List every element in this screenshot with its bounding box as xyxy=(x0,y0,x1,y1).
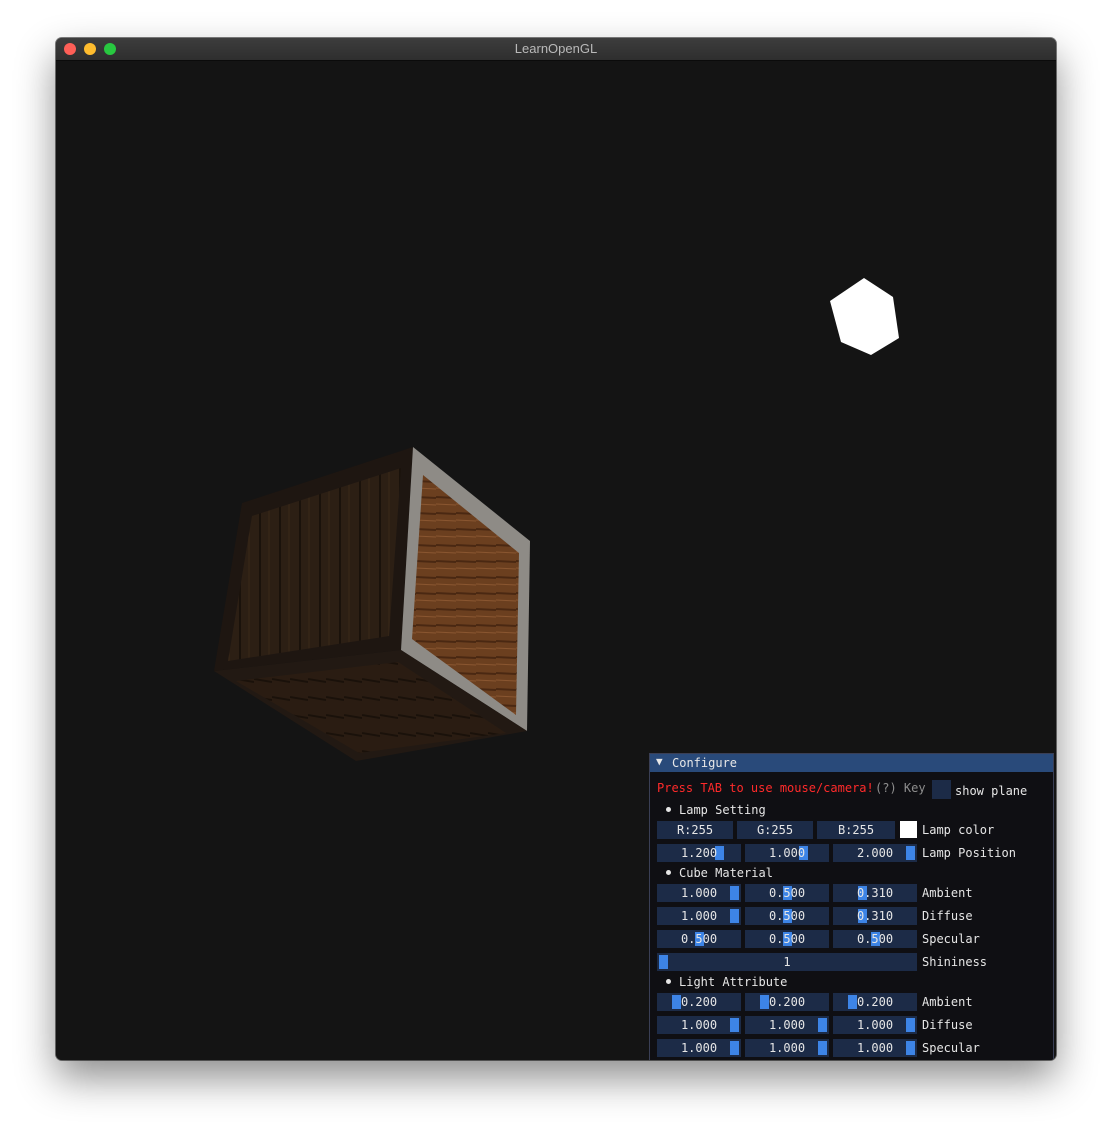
opengl-viewport[interactable]: ▼ Configure Press TAB to use mouse/camer… xyxy=(56,61,1056,1060)
configure-panel-header[interactable]: ▼ Configure xyxy=(650,754,1053,772)
slider-grab[interactable] xyxy=(906,1041,915,1055)
field-value: 2.000 xyxy=(856,846,894,860)
configure-panel: ▼ Configure Press TAB to use mouse/camer… xyxy=(649,753,1054,1060)
bullet-icon xyxy=(666,979,671,984)
cube-shininess-label: Shininess xyxy=(922,955,988,969)
field-value: 1.000 xyxy=(680,909,718,923)
light-ambient-r-slider[interactable]: 0.200 xyxy=(657,993,741,1011)
show-plane-checkbox[interactable] xyxy=(932,780,951,799)
field-value: 1.000 xyxy=(768,1018,806,1032)
crate-cube xyxy=(214,447,530,761)
bullet-icon xyxy=(666,870,671,875)
field-value: 1.000 xyxy=(768,1041,806,1055)
cube-diffuse-b-slider[interactable]: 0.310 xyxy=(833,907,917,925)
light-diffuse-b-slider[interactable]: 1.000 xyxy=(833,1016,917,1034)
lamp-color-g-field[interactable]: G:255 xyxy=(737,821,813,839)
light-diffuse-g-slider[interactable]: 1.000 xyxy=(745,1016,829,1034)
panel-title: Configure xyxy=(672,756,738,770)
slider-grab[interactable] xyxy=(730,1018,739,1032)
field-value: G:255 xyxy=(756,823,794,837)
cube-diffuse-g-slider[interactable]: 0.500 xyxy=(745,907,829,925)
lamp-color-label: Lamp color xyxy=(922,823,995,837)
cube-specular-label: Specular xyxy=(922,932,980,946)
field-value: 1.000 xyxy=(856,1041,894,1055)
slider-grab[interactable] xyxy=(760,995,769,1009)
field-value: B:255 xyxy=(837,823,875,837)
cube-specular-b-slider[interactable]: 0.500 xyxy=(833,930,917,948)
slider-grab[interactable] xyxy=(730,886,739,900)
lamp-position-y-slider[interactable]: 1.000 xyxy=(745,844,829,862)
field-value: 0.500 xyxy=(768,909,806,923)
slider-grab[interactable] xyxy=(906,846,915,860)
cube-specular-r-slider[interactable]: 0.500 xyxy=(657,930,741,948)
field-value: 0.500 xyxy=(768,932,806,946)
slider-grab[interactable] xyxy=(730,1041,739,1055)
field-value: R:255 xyxy=(676,823,714,837)
show-plane-label: show plane xyxy=(955,784,1028,798)
cube-diffuse-label: Diffuse xyxy=(922,909,973,923)
field-value: 1 xyxy=(783,955,791,969)
field-value: 1.000 xyxy=(680,1041,718,1055)
lamp-color-r-field[interactable]: R:255 xyxy=(657,821,733,839)
lamp-color-b-field[interactable]: B:255 xyxy=(817,821,895,839)
cube-ambient-b-slider[interactable]: 0.310 xyxy=(833,884,917,902)
slider-grab[interactable] xyxy=(818,1041,827,1055)
help-marker[interactable]: (?) Key xyxy=(875,781,926,795)
bullet-icon xyxy=(666,807,671,812)
cube-ambient-g-slider[interactable]: 0.500 xyxy=(745,884,829,902)
field-value: 1.000 xyxy=(768,846,806,860)
cube-shininess-slider[interactable]: 1 xyxy=(657,953,917,971)
light-ambient-label: Ambient xyxy=(922,995,973,1009)
lamp-color-swatch[interactable] xyxy=(900,821,917,838)
slider-grab[interactable] xyxy=(906,1018,915,1032)
field-value: 0.200 xyxy=(768,995,806,1009)
cube-specular-g-slider[interactable]: 0.500 xyxy=(745,930,829,948)
section-cube-material: Cube Material xyxy=(666,866,773,880)
lamp-position-label: Lamp Position xyxy=(922,846,1016,860)
field-value: 0.200 xyxy=(856,995,894,1009)
section-lamp-setting: Lamp Setting xyxy=(666,803,766,817)
light-diffuse-label: Diffuse xyxy=(922,1018,973,1032)
tab-hint-text: Press TAB to use mouse/camera! xyxy=(657,781,874,795)
cube-ambient-r-slider[interactable]: 1.000 xyxy=(657,884,741,902)
cube-ambient-label: Ambient xyxy=(922,886,973,900)
section-light-attribute: Light Attribute xyxy=(666,975,787,989)
section-label: Cube Material xyxy=(679,866,773,880)
slider-grab[interactable] xyxy=(672,995,681,1009)
section-label: Light Attribute xyxy=(679,975,788,989)
section-label: Lamp Setting xyxy=(679,803,766,817)
cube-diffuse-r-slider[interactable]: 1.000 xyxy=(657,907,741,925)
slider-grab[interactable] xyxy=(659,955,668,969)
lamp-position-z-slider[interactable]: 2.000 xyxy=(833,844,917,862)
light-specular-b-slider[interactable]: 1.000 xyxy=(833,1039,917,1057)
slider-grab[interactable] xyxy=(818,1018,827,1032)
field-value: 0.310 xyxy=(856,886,894,900)
field-value: 1.000 xyxy=(856,1018,894,1032)
lamp-cube xyxy=(830,278,899,355)
field-value: 0.500 xyxy=(856,932,894,946)
slider-grab[interactable] xyxy=(848,995,857,1009)
light-specular-g-slider[interactable]: 1.000 xyxy=(745,1039,829,1057)
field-value: 0.200 xyxy=(680,995,718,1009)
lamp-position-x-slider[interactable]: 1.200 xyxy=(657,844,741,862)
light-specular-r-slider[interactable]: 1.000 xyxy=(657,1039,741,1057)
light-specular-label: Specular xyxy=(922,1041,980,1055)
field-value: 0.500 xyxy=(680,932,718,946)
app-window: LearnOpenGL ▼ Configure Press TAB to use… xyxy=(56,38,1056,1060)
light-ambient-g-slider[interactable]: 0.200 xyxy=(745,993,829,1011)
light-diffuse-r-slider[interactable]: 1.000 xyxy=(657,1016,741,1034)
title-bar[interactable]: LearnOpenGL xyxy=(56,38,1056,61)
light-ambient-b-slider[interactable]: 0.200 xyxy=(833,993,917,1011)
field-value: 1.200 xyxy=(680,846,718,860)
field-value: 1.000 xyxy=(680,886,718,900)
window-title: LearnOpenGL xyxy=(514,41,598,56)
field-value: 0.310 xyxy=(856,909,894,923)
field-value: 0.500 xyxy=(768,886,806,900)
slider-grab[interactable] xyxy=(730,909,739,923)
field-value: 1.000 xyxy=(680,1018,718,1032)
collapse-arrow-icon[interactable]: ▼ xyxy=(656,755,663,768)
